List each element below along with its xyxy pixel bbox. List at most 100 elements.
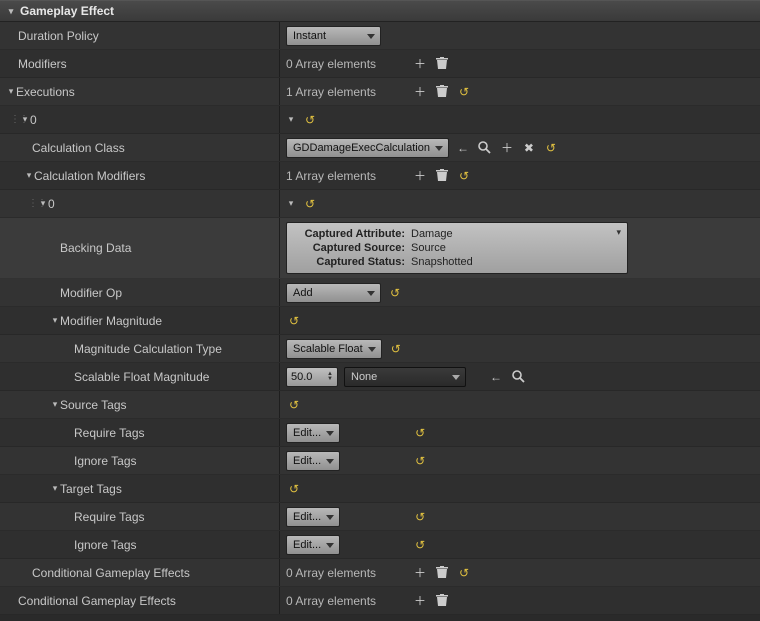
expand-icon[interactable]: ▾ bbox=[50, 315, 60, 326]
label-scalable-float: Scalable Float Magnitude bbox=[74, 370, 209, 384]
label-calculation-class: Calculation Class bbox=[32, 141, 125, 155]
expand-icon[interactable]: ▾ bbox=[6, 6, 16, 17]
input-scalable-float-value[interactable]: 50.0 ▲▼ bbox=[286, 367, 338, 387]
expand-icon[interactable]: ▾ bbox=[50, 399, 60, 410]
spinner-icon[interactable]: ▲▼ bbox=[327, 372, 333, 382]
back-arrow-icon[interactable]: ← bbox=[455, 140, 471, 156]
dropdown-target-require-tags[interactable]: Edit... bbox=[286, 507, 340, 527]
row-target-tags: ▾ Target Tags ↺ bbox=[0, 475, 760, 503]
captured-attribute-value: Damage bbox=[411, 228, 619, 240]
back-arrow-icon[interactable]: ← bbox=[488, 369, 504, 385]
row-modifiers: Modifiers 0 Array elements ＋ bbox=[0, 50, 760, 78]
row-executions: ▾ Executions 1 Array elements ＋ ↺ bbox=[0, 78, 760, 106]
chevron-down-icon: ▾ bbox=[616, 227, 621, 238]
label-executions: Executions bbox=[16, 85, 75, 99]
trash-icon[interactable] bbox=[434, 56, 450, 72]
reset-icon[interactable]: ↺ bbox=[456, 84, 472, 100]
add-icon[interactable]: ＋ bbox=[412, 56, 428, 72]
modifiers-array-count: 0 Array elements bbox=[286, 57, 406, 71]
reset-icon[interactable]: ↺ bbox=[456, 565, 472, 581]
row-target-require-tags: Require Tags Edit... ↺ bbox=[0, 503, 760, 531]
label-modifier-op: Modifier Op bbox=[60, 286, 122, 300]
row-backing-data: Backing Data ▾ Captured Attribute: Damag… bbox=[0, 218, 760, 279]
expand-icon[interactable]: ▾ bbox=[50, 483, 60, 494]
label-conditional-ge-outer: Conditional Gameplay Effects bbox=[18, 594, 176, 608]
reset-icon[interactable]: ↺ bbox=[412, 425, 428, 441]
label-conditional-ge-inner: Conditional Gameplay Effects bbox=[32, 566, 190, 580]
row-execution-0: ⋮⋮ ▾ 0 ▾ ↺ bbox=[0, 106, 760, 134]
row-modifier-op: Modifier Op Add ↺ bbox=[0, 279, 760, 307]
dropdown-caret-icon[interactable]: ▾ bbox=[286, 114, 296, 125]
label-source-ignore-tags: Ignore Tags bbox=[74, 454, 137, 468]
row-source-require-tags: Require Tags Edit... ↺ bbox=[0, 419, 760, 447]
section-header-gameplay-effect[interactable]: ▾ Gameplay Effect bbox=[0, 0, 760, 22]
clear-icon[interactable]: ✖ bbox=[521, 140, 537, 156]
trash-icon[interactable] bbox=[434, 168, 450, 184]
drag-handle-icon[interactable]: ⋮⋮ bbox=[28, 198, 38, 209]
search-icon[interactable] bbox=[477, 140, 493, 156]
row-calculation-modifiers: ▾ Calculation Modifiers 1 Array elements… bbox=[0, 162, 760, 190]
label-target-tags: Target Tags bbox=[60, 482, 122, 496]
dropdown-calculation-class[interactable]: GDDamageExecCalculation bbox=[286, 138, 449, 158]
captured-source-key: Captured Source: bbox=[295, 242, 405, 254]
add-icon[interactable]: ＋ bbox=[412, 84, 428, 100]
expand-icon[interactable]: ▾ bbox=[20, 114, 30, 125]
conditional-ge-outer-count: 0 Array elements bbox=[286, 594, 406, 608]
expand-icon[interactable]: ▾ bbox=[6, 86, 16, 97]
reset-icon[interactable]: ↺ bbox=[387, 285, 403, 301]
add-icon[interactable]: ＋ bbox=[412, 168, 428, 184]
label-modifier-magnitude: Modifier Magnitude bbox=[60, 314, 162, 328]
row-conditional-ge-inner: Conditional Gameplay Effects 0 Array ele… bbox=[0, 559, 760, 587]
executions-array-count: 1 Array elements bbox=[286, 85, 406, 99]
row-mag-calc-type: Magnitude Calculation Type Scalable Floa… bbox=[0, 335, 760, 363]
reset-icon[interactable]: ↺ bbox=[412, 537, 428, 553]
dropdown-target-ignore-tags[interactable]: Edit... bbox=[286, 535, 340, 555]
add-icon[interactable]: ＋ bbox=[412, 565, 428, 581]
search-icon[interactable] bbox=[510, 369, 526, 385]
reset-icon[interactable]: ↺ bbox=[388, 341, 404, 357]
add-icon[interactable]: ＋ bbox=[412, 593, 428, 609]
label-calculation-modifiers: Calculation Modifiers bbox=[34, 169, 145, 183]
row-scalable-float: Scalable Float Magnitude 50.0 ▲▼ None ← bbox=[0, 363, 760, 391]
expand-icon[interactable]: ▾ bbox=[24, 170, 34, 181]
trash-icon[interactable] bbox=[434, 565, 450, 581]
reset-icon[interactable]: ↺ bbox=[286, 313, 302, 329]
dropdown-modifier-op[interactable]: Add bbox=[286, 283, 381, 303]
label-target-require-tags: Require Tags bbox=[74, 510, 145, 524]
label-modifiers: Modifiers bbox=[18, 57, 67, 71]
reset-icon[interactable]: ↺ bbox=[456, 168, 472, 184]
captured-source-value: Source bbox=[411, 242, 619, 254]
captured-attribute-key: Captured Attribute: bbox=[295, 228, 405, 240]
reset-icon[interactable]: ↺ bbox=[412, 453, 428, 469]
reset-icon[interactable]: ↺ bbox=[302, 196, 318, 212]
reset-icon[interactable]: ↺ bbox=[286, 481, 302, 497]
expand-icon[interactable]: ▾ bbox=[38, 198, 48, 209]
reset-icon[interactable]: ↺ bbox=[286, 397, 302, 413]
label-duration-policy: Duration Policy bbox=[18, 29, 99, 43]
dropdown-source-require-tags[interactable]: Edit... bbox=[286, 423, 340, 443]
reset-icon[interactable]: ↺ bbox=[412, 509, 428, 525]
calc-modifiers-array-count: 1 Array elements bbox=[286, 169, 406, 183]
captured-status-key: Captured Status: bbox=[295, 256, 405, 268]
dropdown-caret-icon[interactable]: ▾ bbox=[286, 198, 296, 209]
reset-icon[interactable]: ↺ bbox=[543, 140, 559, 156]
dropdown-curve-table[interactable]: None bbox=[344, 367, 466, 387]
row-source-ignore-tags: Ignore Tags Edit... ↺ bbox=[0, 447, 760, 475]
add-icon[interactable]: ＋ bbox=[499, 140, 515, 156]
label-target-ignore-tags: Ignore Tags bbox=[74, 538, 137, 552]
dropdown-source-ignore-tags[interactable]: Edit... bbox=[286, 451, 340, 471]
conditional-ge-inner-count: 0 Array elements bbox=[286, 566, 406, 580]
backing-data-summary[interactable]: ▾ Captured Attribute: Damage Captured So… bbox=[286, 222, 628, 274]
trash-icon[interactable] bbox=[434, 84, 450, 100]
trash-icon[interactable] bbox=[434, 593, 450, 609]
reset-icon[interactable]: ↺ bbox=[302, 112, 318, 128]
label-backing-data: Backing Data bbox=[60, 241, 131, 255]
row-duration-policy: Duration Policy Instant bbox=[0, 22, 760, 50]
drag-handle-icon[interactable]: ⋮⋮ bbox=[10, 114, 20, 125]
label-source-tags: Source Tags bbox=[60, 398, 127, 412]
dropdown-duration-policy[interactable]: Instant bbox=[286, 26, 381, 46]
label-calc-modifier-index: 0 bbox=[48, 197, 55, 211]
label-execution-index: 0 bbox=[30, 113, 37, 127]
row-source-tags: ▾ Source Tags ↺ bbox=[0, 391, 760, 419]
dropdown-mag-calc-type[interactable]: Scalable Float bbox=[286, 339, 382, 359]
